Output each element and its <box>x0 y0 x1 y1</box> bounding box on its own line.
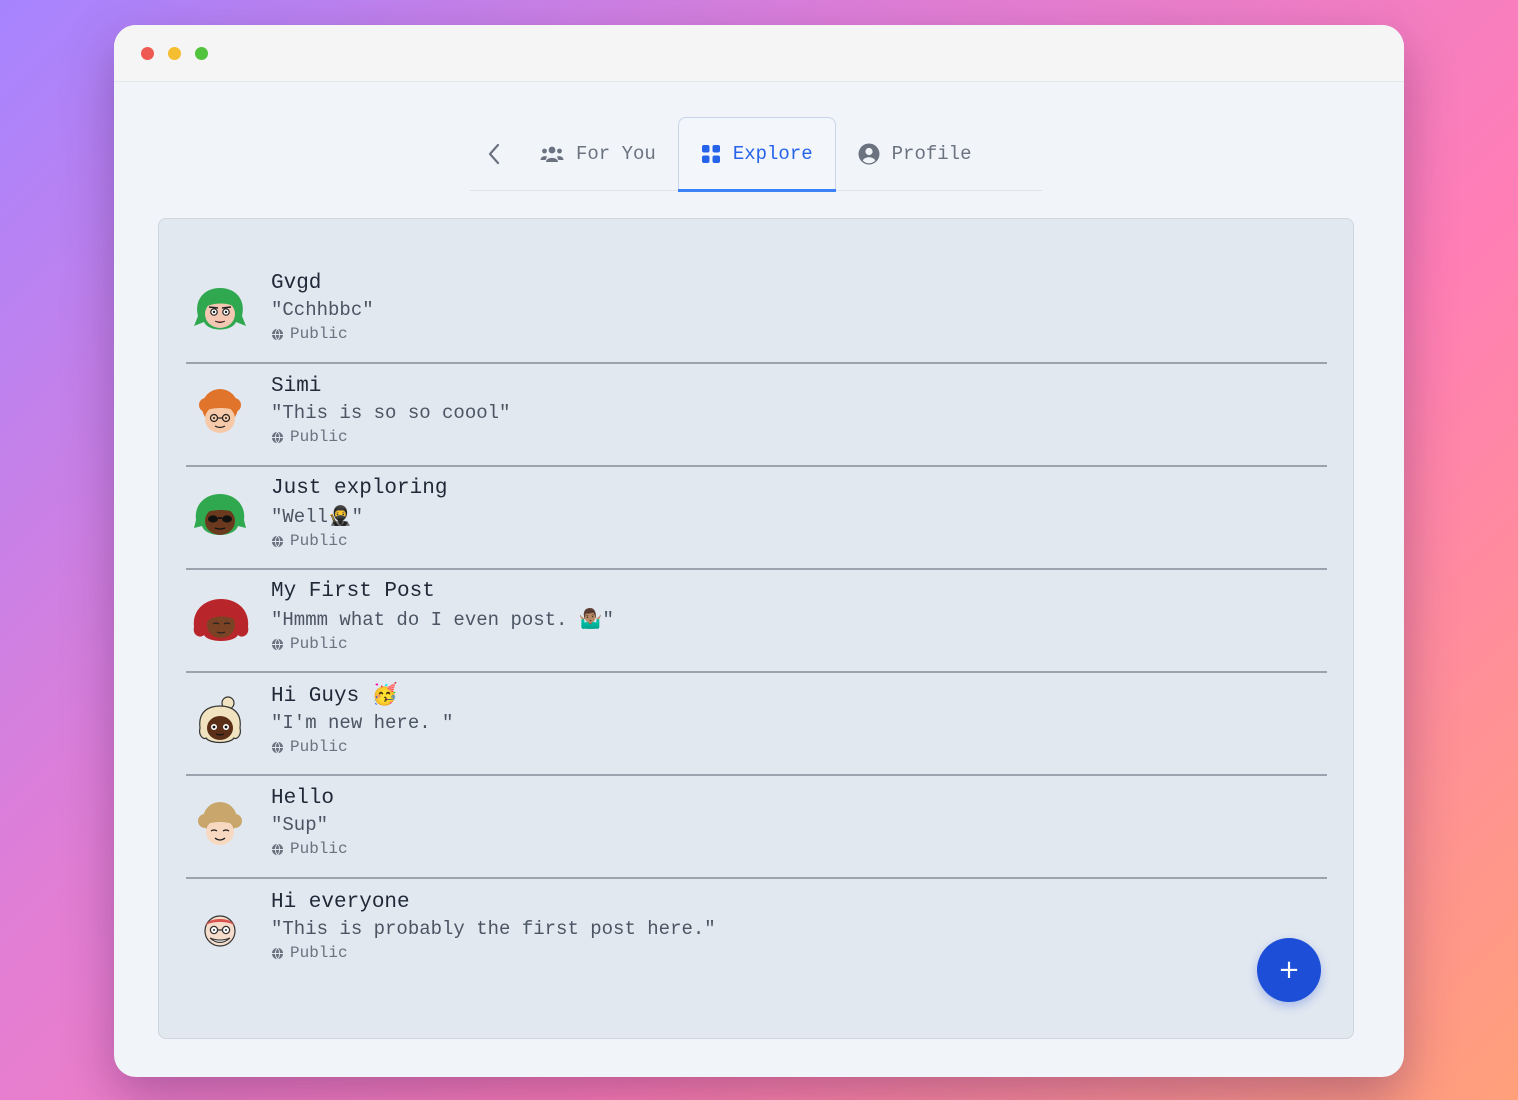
post-text: "Sup" <box>271 814 329 836</box>
user-circle-icon <box>858 143 880 164</box>
avatar <box>193 598 249 641</box>
post-text: "This is so so coool" <box>271 402 511 424</box>
post-title: Simi <box>271 375 322 398</box>
globe-icon <box>271 638 284 650</box>
post-item[interactable]: Simi "This is so so coool" Public <box>186 364 1327 467</box>
globe-icon <box>271 431 284 443</box>
avatar <box>204 914 236 947</box>
post-visibility: Public <box>271 325 374 343</box>
avatar <box>198 801 242 845</box>
post-item[interactable]: My First Post "Hmmm what do I even post.… <box>186 570 1327 673</box>
tab-profile-label: Profile <box>891 142 972 165</box>
maximize-window-button[interactable] <box>195 46 208 60</box>
post-visibility: Public <box>271 738 453 756</box>
feed-panel: Gvgd "Cchhbbc" Public Simi "This is so s… <box>158 218 1354 1039</box>
app-window: For You Explore Profile Gvgd "Cchhbbc" P… <box>114 25 1404 1077</box>
post-visibility: Public <box>271 635 614 653</box>
chevron-left-icon <box>488 143 500 164</box>
post-title: Hi Guys 🥳 <box>271 685 398 708</box>
post-item[interactable]: Hi Guys 🥳 "I'm new here. " Public <box>186 673 1327 776</box>
post-item[interactable]: Hi everyone "This is probably the first … <box>186 879 1327 982</box>
globe-icon <box>271 843 284 855</box>
post-text: "I'm new here. " <box>271 712 454 734</box>
post-item[interactable]: Hello "Sup" Public <box>186 776 1327 879</box>
visibility-label: Public <box>290 635 348 653</box>
tab-explore[interactable]: Explore <box>677 117 836 192</box>
visibility-label: Public <box>290 944 348 962</box>
post-text: "Well🥷" <box>271 506 364 528</box>
avatar <box>194 493 246 535</box>
globe-icon <box>271 741 284 753</box>
tab-for-you-label: For You <box>576 142 656 165</box>
avatar <box>199 388 241 433</box>
post-visibility: Public <box>271 532 447 550</box>
post-text: "Hmmm what do I even post. 🤷🏽‍♂️" <box>271 609 614 631</box>
post-text: "Cchhbbc" <box>271 299 374 321</box>
post-text: "This is probably the first post here." <box>271 918 716 940</box>
nav-tabs: For You Explore Profile <box>470 117 1042 192</box>
post-list: Gvgd "Cchhbbc" Public Simi "This is so s… <box>186 261 1327 982</box>
post-title: Gvgd <box>271 272 322 295</box>
post-visibility: Public <box>271 944 716 962</box>
post-title: My First Post <box>271 580 435 603</box>
grid-icon <box>701 145 720 163</box>
users-icon <box>540 146 564 162</box>
title-bar <box>114 25 1404 82</box>
globe-icon <box>271 328 284 340</box>
visibility-label: Public <box>290 428 348 446</box>
post-item[interactable]: Just exploring "Well🥷" Public <box>186 467 1327 570</box>
visibility-label: Public <box>290 738 348 756</box>
visibility-label: Public <box>290 532 348 550</box>
post-title: Just exploring <box>271 477 448 500</box>
tab-for-you[interactable]: For You <box>518 117 678 190</box>
globe-icon <box>271 947 284 959</box>
close-window-button[interactable] <box>141 46 154 60</box>
post-item[interactable]: Gvgd "Cchhbbc" Public <box>186 261 1327 364</box>
back-button[interactable] <box>470 117 518 190</box>
avatar <box>194 287 246 329</box>
minimize-window-button[interactable] <box>168 46 181 60</box>
post-title: Hello <box>271 787 335 810</box>
tab-explore-label: Explore <box>732 143 813 165</box>
post-title: Hi everyone <box>271 891 410 914</box>
post-visibility: Public <box>271 428 510 446</box>
new-post-button[interactable]: + <box>1257 938 1321 1002</box>
globe-icon <box>271 535 284 547</box>
post-visibility: Public <box>271 840 348 858</box>
visibility-label: Public <box>290 325 348 343</box>
avatar <box>199 695 241 743</box>
visibility-label: Public <box>290 840 348 858</box>
tab-profile[interactable]: Profile <box>836 117 994 190</box>
